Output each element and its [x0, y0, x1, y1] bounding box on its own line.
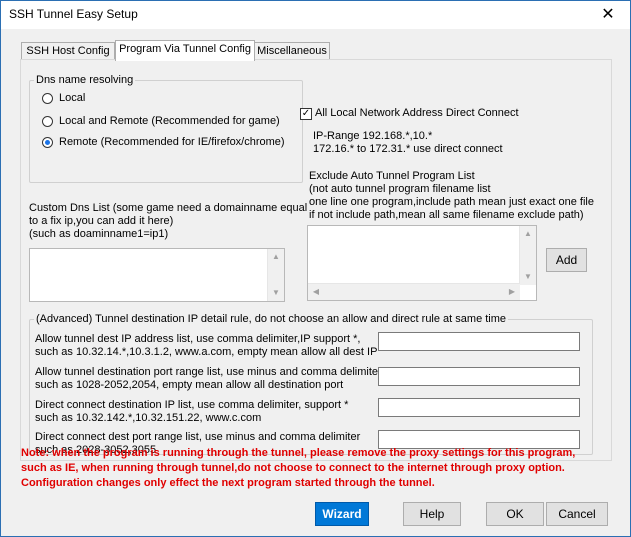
advanced-group-title: (Advanced) Tunnel destination IP detail … — [34, 313, 509, 326]
scroll-up-icon[interactable]: ▲ — [268, 249, 284, 265]
dns-local-remote-radio[interactable] — [42, 116, 53, 127]
exclude-title: Exclude Auto Tunnel Program List — [309, 170, 475, 182]
tab-page: Dns name resolving Local Local and Remot… — [20, 59, 612, 461]
dns-remote-radio[interactable] — [42, 137, 53, 148]
direct-ip-input[interactable] — [378, 398, 580, 417]
dns-group-title: Dns name resolving — [34, 74, 136, 87]
tab-program-via-tunnel-config[interactable]: Program Via Tunnel Config — [115, 40, 255, 61]
wizard-button[interactable]: Wizard — [315, 502, 369, 526]
dialog-client: SSH Host Config Program Via Tunnel Confi… — [1, 29, 630, 536]
exclude-line-1: (not auto tunnel program filename list — [309, 183, 491, 195]
proxy-warning-note: Note: when the program is running throug… — [21, 446, 575, 491]
add-button[interactable]: Add — [546, 248, 587, 272]
local-network-label: All Local Network Address Direct Connect — [315, 107, 519, 119]
allow-ip-label-1: Allow tunnel dest IP address list, use c… — [35, 333, 361, 345]
allow-port-label-1: Allow tunnel destination port range list… — [35, 366, 382, 378]
custom-dns-scrollbar[interactable]: ▲ ▼ — [267, 249, 284, 301]
dns-local-radio[interactable] — [42, 93, 53, 104]
exclude-vscrollbar[interactable]: ▲ ▼ — [519, 226, 536, 285]
ip-range-line-1: IP-Range 192.168.*,10.* — [313, 130, 433, 142]
dns-local-remote-label: Local and Remote (Recommended for game) — [59, 115, 280, 127]
exclude-line-2: one line one program,include path mean j… — [309, 196, 594, 208]
note-line-3: Configuration changes only effect the ne… — [21, 477, 435, 489]
note-line-2: such as IE, when running through tunnel,… — [21, 462, 565, 474]
help-button[interactable]: Help — [403, 502, 461, 526]
dns-remote-label: Remote (Recommended for IE/firefox/chrom… — [59, 136, 285, 148]
scroll-left-icon[interactable]: ◀ — [308, 284, 324, 300]
window-title: SSH Tunnel Easy Setup — [9, 7, 138, 21]
local-network-checkbox[interactable]: ✓ — [300, 108, 312, 120]
custom-dns-label-1: Custom Dns List (some game need a domain… — [29, 202, 308, 214]
scroll-down-icon[interactable]: ▼ — [520, 269, 536, 285]
ok-button[interactable]: OK — [486, 502, 544, 526]
direct-ip-label-1: Direct connect destination IP list, use … — [35, 399, 349, 411]
dns-resolving-group: Dns name resolving Local Local and Remot… — [29, 74, 303, 183]
scroll-down-icon[interactable]: ▼ — [268, 285, 284, 301]
exclude-hscrollbar[interactable]: ◀ ▶ — [308, 283, 520, 300]
direct-port-label-1: Direct connect dest port range list, use… — [35, 431, 361, 443]
close-icon[interactable]: ✕ — [586, 1, 630, 29]
allow-ip-input[interactable] — [378, 332, 580, 351]
dns-local-label: Local — [59, 92, 86, 104]
tab-ssh-host-config[interactable]: SSH Host Config — [21, 42, 115, 60]
main-window: SSH Tunnel Easy Setup ✕ SSH Host Config … — [0, 0, 631, 537]
tab-miscellaneous[interactable]: Miscellaneous — [254, 42, 330, 60]
custom-dns-label-3: (such as doaminname1=ip1) — [29, 228, 169, 240]
direct-ip-label-2: such as 10.32.142.*,10.32.151.22, www.c.… — [35, 412, 262, 424]
scroll-right-icon[interactable]: ▶ — [504, 284, 520, 300]
exclude-line-3: if not include path,mean all same filena… — [309, 209, 584, 221]
scroll-up-icon[interactable]: ▲ — [520, 226, 536, 242]
allow-ip-label-2: such as 10.32.14.*,10.3.1.2, www.a.com, … — [35, 346, 378, 358]
note-line-1: Note: when the program is running throug… — [21, 447, 576, 459]
exclude-program-textarea[interactable]: ▲ ▼ ◀ ▶ — [307, 225, 537, 301]
title-bar: SSH Tunnel Easy Setup ✕ — [1, 1, 630, 29]
allow-port-input[interactable] — [378, 367, 580, 386]
cancel-button[interactable]: Cancel — [546, 502, 608, 526]
allow-port-label-2: such as 1028-2052,2054, empty mean allow… — [35, 379, 344, 391]
ip-range-line-2: 172.16.* to 172.31.* use direct connect — [313, 143, 503, 155]
custom-dns-label-2: to a fix ip,you can add it here) — [29, 215, 174, 227]
custom-dns-textarea[interactable]: ▲ ▼ — [29, 248, 285, 302]
advanced-rule-group: (Advanced) Tunnel destination IP detail … — [29, 313, 593, 456]
